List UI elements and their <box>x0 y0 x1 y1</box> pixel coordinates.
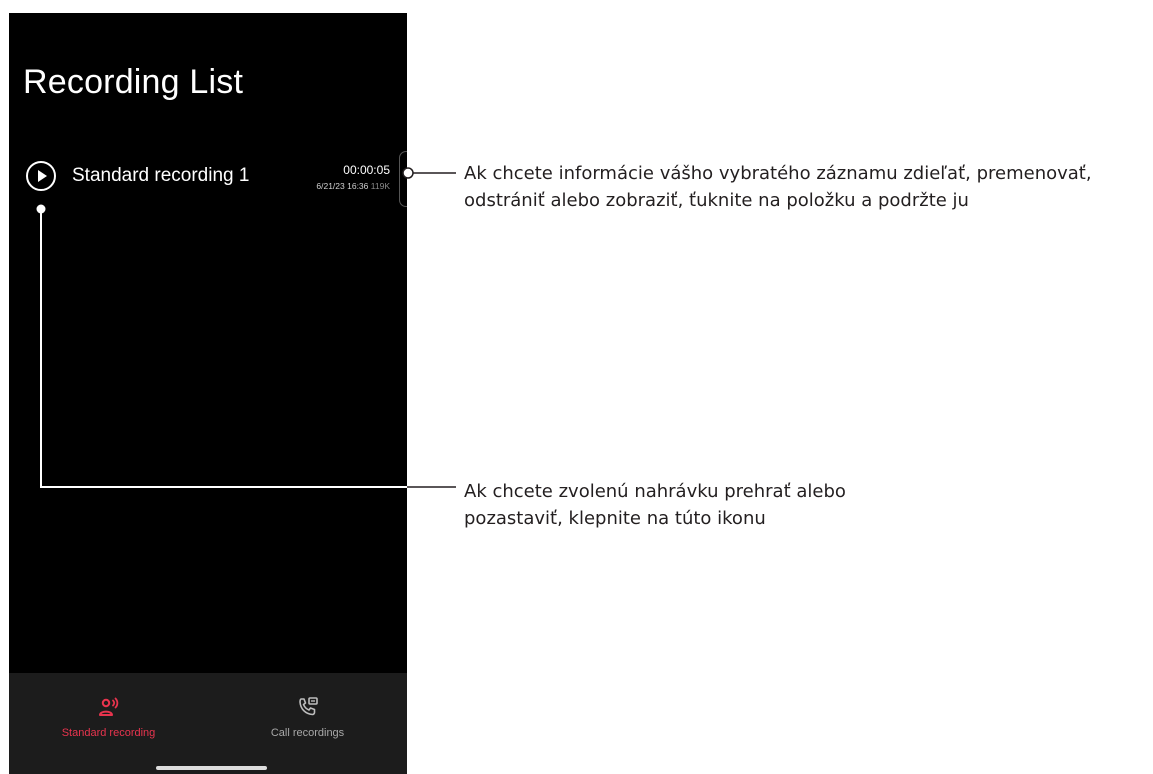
tab-standard-recording[interactable]: Standard recording <box>9 673 208 753</box>
page-title: Recording List <box>23 63 244 101</box>
tab-call-recordings[interactable]: Call recordings <box>208 673 407 753</box>
edge-panel-handle[interactable] <box>399 151 407 207</box>
microphone-person-icon <box>98 697 118 716</box>
recording-list-item[interactable]: Standard recording 1 00:00:05 6/21/23 16… <box>9 153 407 207</box>
bottom-navigation: Standard recording Call recordings <box>9 673 407 774</box>
phone-voicemail-icon <box>298 697 318 716</box>
home-indicator[interactable] <box>156 766 267 770</box>
recording-meta: 6/21/23 16:36 119K <box>316 181 390 191</box>
callout-item-options: Ak chcete informácie vášho vybratého záz… <box>464 163 1092 211</box>
recording-name: Standard recording 1 <box>72 165 250 186</box>
recording-date: 6/21/23 16:36 <box>316 181 369 191</box>
recording-size: 119K <box>370 181 390 191</box>
tab-standard-recording-label: Standard recording <box>61 727 156 739</box>
play-circle-icon[interactable] <box>26 161 56 191</box>
recording-duration: 00:00:05 <box>343 163 390 177</box>
tab-call-recordings-label: Call recordings <box>270 727 345 739</box>
phone-screen: Recording List Standard recording 1 00:0… <box>9 13 407 774</box>
callout-play-pause: Ak chcete zvolenú nahrávku prehrať alebo… <box>464 481 846 529</box>
